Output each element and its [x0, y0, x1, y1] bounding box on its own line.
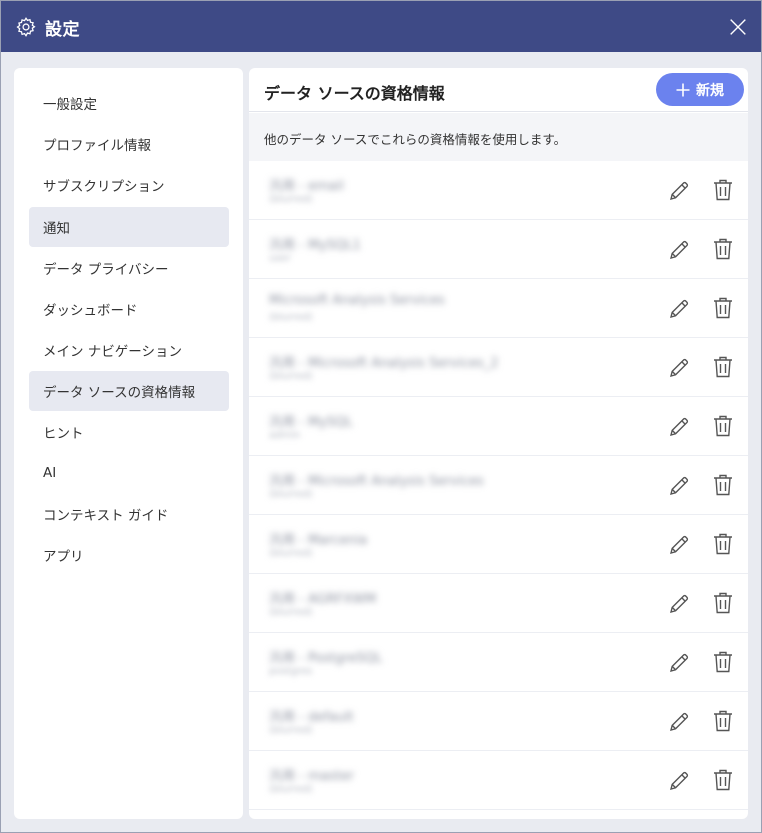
pencil-icon[interactable] — [667, 769, 691, 793]
description-text: 他のデータ ソースでこれらの資格情報を使用します。 — [264, 132, 567, 147]
pencil-icon[interactable] — [667, 533, 691, 557]
credential-row: 汎用 - Microsoft Analysis Services_2 (blur… — [249, 338, 748, 397]
sidebar-item-data-source-credentials[interactable]: データ ソースの資格情報 — [29, 371, 229, 411]
pencil-icon[interactable] — [667, 297, 691, 321]
new-credential-button[interactable]: 新規 — [656, 73, 744, 106]
credential-row: 汎用 - master (blurred) — [249, 751, 748, 810]
pencil-icon[interactable] — [667, 651, 691, 675]
credential-name: 汎用 - email — [269, 179, 344, 194]
credential-name: 汎用 - master — [269, 769, 354, 784]
pencil-icon[interactable] — [667, 710, 691, 734]
plus-icon — [676, 83, 690, 96]
sidebar-item-data-privacy[interactable]: データ プライバシー — [29, 248, 229, 288]
credential-detail: (blurred) — [269, 784, 313, 795]
credential-detail: (blurred) — [269, 548, 313, 559]
trash-icon[interactable] — [712, 532, 734, 556]
trash-icon[interactable] — [712, 237, 734, 261]
sidebar-item-notifications[interactable]: 通知 — [29, 207, 229, 247]
pencil-icon[interactable] — [667, 592, 691, 616]
trash-icon[interactable] — [712, 414, 734, 438]
credential-name: 汎用 - default — [269, 710, 354, 725]
sidebar-item-general[interactable]: 一般設定 — [29, 83, 229, 123]
trash-icon[interactable] — [712, 591, 734, 615]
credential-detail: (blurred) — [269, 371, 313, 382]
trash-icon[interactable] — [712, 709, 734, 733]
credential-name: Microsoft Analysis Services — [269, 293, 445, 308]
credential-detail: (blurred) — [269, 489, 313, 500]
credential-row: 汎用 - MySQL1 user — [249, 220, 748, 279]
sidebar-item-ai[interactable]: AI — [29, 453, 229, 493]
credential-row: 汎用 - default (blurred) — [249, 692, 748, 751]
dialog-title: 設定 — [45, 20, 80, 40]
credential-name: 汎用 - AGRFXWM — [269, 592, 377, 607]
credential-detail: (blurred) — [269, 725, 313, 736]
new-button-label: 新規 — [696, 82, 724, 99]
pencil-icon[interactable] — [667, 356, 691, 380]
trash-icon[interactable] — [712, 768, 734, 792]
sidebar-item-dashboard[interactable]: ダッシュボード — [29, 289, 229, 329]
credential-detail: (blurred) — [269, 607, 313, 618]
credential-name: 汎用 - MySQL1 — [269, 238, 361, 253]
pencil-icon[interactable] — [667, 415, 691, 439]
credential-name: 汎用 - Marcenia — [269, 533, 368, 548]
trash-icon[interactable] — [712, 473, 734, 497]
pencil-icon[interactable] — [667, 474, 691, 498]
credential-detail: (blurred) — [269, 312, 313, 323]
close-icon[interactable] — [727, 16, 749, 38]
panel-header: データ ソースの資格情報 新規 — [249, 68, 748, 112]
sidebar-item-subscription[interactable]: サブスクリプション — [29, 165, 229, 205]
pencil-icon[interactable] — [667, 179, 691, 203]
page-title: データ ソースの資格情報 — [264, 84, 445, 103]
credential-row: 汎用 - email (blurred) — [249, 161, 748, 220]
trash-icon[interactable] — [712, 296, 734, 320]
trash-icon[interactable] — [712, 355, 734, 379]
credential-detail: (blurred) — [269, 194, 313, 205]
sidebar-item-profile[interactable]: プロファイル情報 — [29, 124, 229, 164]
credential-name: 汎用 - PostgreSQL — [269, 651, 383, 666]
credential-row: 汎用 - MySQL admin — [249, 397, 748, 456]
title-bar: 設定 — [1, 1, 761, 52]
credential-row: 汎用 - PostgreSQL postgres — [249, 633, 748, 692]
pencil-icon[interactable] — [667, 238, 691, 262]
gear-icon — [16, 17, 36, 37]
settings-sidebar: 一般設定 プロファイル情報 サブスクリプション 通知 データ プライバシー ダッ… — [14, 68, 243, 819]
sidebar-item-main-navigation[interactable]: メイン ナビゲーション — [29, 330, 229, 370]
credential-name: 汎用 - Microsoft Analysis Services_2 — [269, 356, 499, 371]
credential-name: 汎用 - MySQL — [269, 415, 353, 430]
description-bar: 他のデータ ソースでこれらの資格情報を使用します。 — [249, 113, 748, 161]
credential-detail: postgres — [269, 666, 313, 677]
credential-row: 汎用 - Microsoft Analysis Services (blurre… — [249, 456, 748, 515]
settings-dialog: 設定 一般設定 プロファイル情報 サブスクリプション 通知 データ プライバシー… — [0, 0, 762, 833]
trash-icon[interactable] — [712, 650, 734, 674]
credential-row: 汎用 - Marcenia (blurred) — [249, 515, 748, 574]
credential-name: 汎用 - Microsoft Analysis Services — [269, 474, 484, 489]
credential-row: 汎用 - AGRFXWM (blurred) — [249, 574, 748, 633]
credential-detail: user — [269, 253, 291, 264]
sidebar-item-hints[interactable]: ヒント — [29, 412, 229, 452]
trash-icon[interactable] — [712, 178, 734, 202]
credential-detail: admin — [269, 430, 301, 441]
credential-row: Microsoft Analysis Services (blurred) — [249, 279, 748, 338]
sidebar-item-apps[interactable]: アプリ — [29, 535, 229, 575]
credentials-panel: データ ソースの資格情報 新規 他のデータ ソースでこれらの資格情報を使用します… — [249, 68, 748, 819]
sidebar-item-context-guide[interactable]: コンテキスト ガイド — [29, 494, 229, 534]
